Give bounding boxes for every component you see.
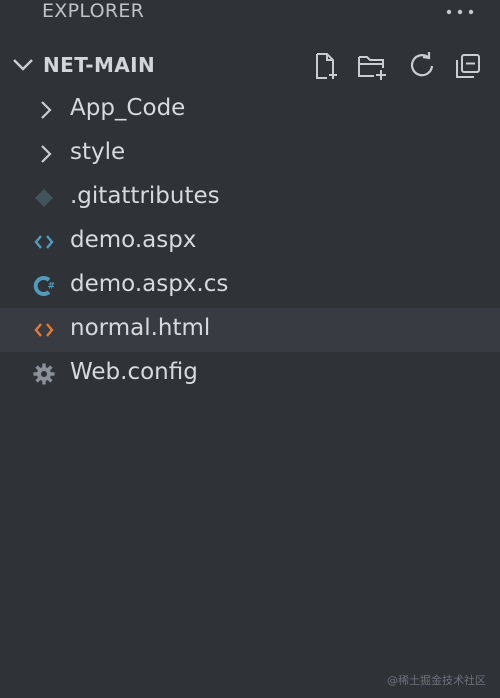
explorer-header: EXPLORER (0, 0, 500, 34)
refresh-button[interactable] (406, 50, 438, 82)
chevron-right-icon (34, 98, 58, 122)
tree-item-label: style (70, 139, 126, 165)
collapse-all-icon (456, 54, 480, 78)
git-file-icon (32, 186, 56, 210)
tree-item-demo-aspx[interactable]: demo.aspx (0, 220, 500, 264)
tree-item-gitattributes[interactable]: .gitattributes (0, 176, 500, 220)
tree-item-label: Web.config (70, 359, 198, 385)
section-actions (310, 50, 490, 82)
tree-item-label: normal.html (70, 315, 211, 341)
workspace-section-header[interactable]: NET-MAIN (0, 44, 500, 88)
gear-icon (32, 362, 56, 386)
csharp-icon: # (32, 274, 56, 298)
tree-item-web-config[interactable]: Web.config (0, 352, 500, 396)
svg-text:#: # (48, 282, 56, 292)
workspace-title: NET-MAIN (43, 53, 156, 77)
tree-item-label: .gitattributes (70, 183, 220, 209)
chevron-right-icon (34, 142, 58, 166)
chevron-down-icon (13, 59, 33, 71)
ellipsis-icon (446, 9, 474, 15)
new-file-button[interactable] (310, 50, 342, 82)
tree-item-label: App_Code (70, 95, 186, 121)
new-folder-button[interactable] (356, 50, 388, 82)
watermark: @稀土掘金技术社区 (387, 674, 486, 687)
tree-item-label: demo.aspx.cs (70, 271, 229, 297)
more-actions-button[interactable] (442, 2, 478, 22)
tree-item-app-code[interactable]: App_Code (0, 88, 500, 132)
collapse-all-button[interactable] (452, 50, 484, 82)
tree-item-demo-aspx-cs[interactable]: # demo.aspx.cs (0, 264, 500, 308)
tree-item-style[interactable]: style (0, 132, 500, 176)
code-brackets-icon (32, 230, 56, 254)
explorer-title: EXPLORER (42, 0, 145, 22)
html-icon (32, 318, 56, 342)
refresh-icon (410, 52, 434, 77)
tree-item-label: demo.aspx (70, 227, 197, 253)
tree-item-normal-html[interactable]: normal.html (0, 308, 500, 352)
new-folder-icon (358, 56, 386, 80)
new-file-icon (316, 53, 337, 79)
